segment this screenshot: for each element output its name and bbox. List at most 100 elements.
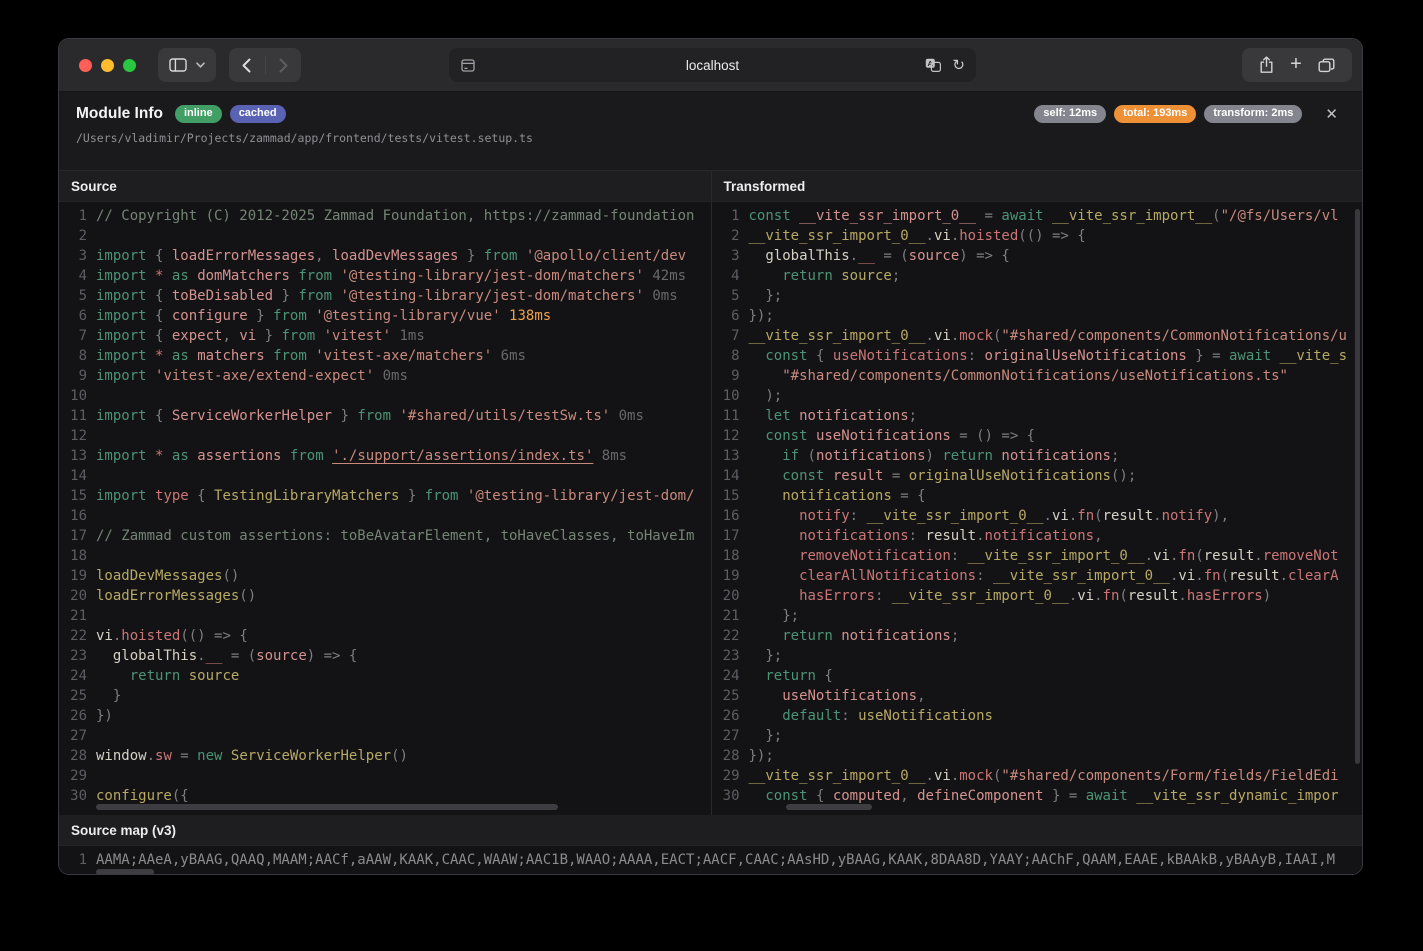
code-token: ( (1119, 588, 1127, 604)
code-token: new (197, 748, 222, 764)
window-zoom-button[interactable] (123, 59, 136, 72)
code-token: { (147, 308, 172, 324)
sidebar-toggle-button[interactable] (158, 48, 216, 82)
code-token: sw (155, 748, 172, 764)
source-code: 1// Copyright (C) 2012-2025 Zammad Found… (59, 202, 711, 806)
line-number: 5 (59, 286, 96, 306)
code-token: vi (934, 328, 951, 344)
code-token: useNotifications (833, 348, 968, 364)
code-token: vi (1077, 588, 1094, 604)
line-number: 25 (712, 686, 749, 706)
line-number: 12 (59, 426, 96, 446)
code-line: 20loadErrorMessages() (59, 586, 711, 606)
code-token: return (782, 628, 833, 644)
code-token: vi (1052, 508, 1069, 524)
code-line: 7__vite_ssr_import_0__.vi.mock("#shared/… (712, 326, 1363, 346)
code-token: ), (1212, 508, 1229, 524)
new-tab-button[interactable]: + (1290, 54, 1302, 74)
code-token: 6ms (492, 348, 526, 364)
transformed-vscrollbar[interactable] (1355, 209, 1360, 764)
badge: inline (175, 105, 222, 123)
sourcemap-code: 1AAMA;AAeA,yBAAG,QAAQ,MAAM;AACf,aAAW,KAA… (59, 846, 1362, 870)
code-token (749, 268, 783, 284)
reload-icon[interactable]: ↻ (952, 58, 965, 73)
code-token: originalUseNotifications (985, 348, 1187, 364)
code-token: // Zammad custom assertions: toBeAvatarE… (96, 528, 694, 544)
code-line: 24 return source (59, 666, 711, 686)
code-token: ) => { (307, 648, 358, 664)
line-number: 9 (712, 366, 749, 386)
code-token: . (147, 748, 155, 764)
code-token (189, 268, 197, 284)
code-token: . (1145, 548, 1153, 564)
line-number: 18 (712, 546, 749, 566)
code-line: 24 return { (712, 666, 1363, 686)
line-number: 7 (712, 326, 749, 346)
code-line: 15import type { TestingLibraryMatchers }… (59, 486, 711, 506)
nav-divider (265, 56, 266, 74)
code-line: 14 const result = originalUseNotificatio… (712, 466, 1363, 486)
sourcemap-hscrollbar[interactable] (96, 869, 154, 875)
code-token: ( (1212, 208, 1220, 224)
code-token: . (1195, 568, 1203, 584)
tab-overview-button[interactable] (1318, 58, 1335, 73)
code-token: result (1128, 588, 1179, 604)
window-minimize-button[interactable] (101, 59, 114, 72)
code-token: import (96, 268, 147, 284)
code-token: { (808, 348, 833, 364)
transformed-hscrollbar[interactable] (786, 804, 872, 810)
code-token: . (1069, 588, 1077, 604)
code-token: { (147, 408, 172, 424)
code-line: 8import * as matchers from 'vitest-axe/m… (59, 346, 711, 366)
line-number: 19 (712, 566, 749, 586)
code-token: 1ms (391, 328, 425, 344)
code-token: domMatchers (197, 268, 290, 284)
line-number: 8 (712, 346, 749, 366)
code-token: 0ms (610, 408, 644, 424)
line-number: 19 (59, 566, 96, 586)
code-token: __vite_s (1280, 348, 1347, 364)
code-token: : (850, 508, 867, 524)
code-token: __vite_ssr_import_0__ (749, 328, 926, 344)
forward-button[interactable] (273, 58, 294, 73)
code-line: 3 globalThis.__ = (source) => { (712, 246, 1363, 266)
code-line: 23 }; (712, 646, 1363, 666)
code-token: '@testing-library/jest-dom/matchers' (341, 268, 644, 284)
line-number: 30 (59, 786, 96, 806)
code-token (265, 348, 273, 364)
code-line: 21 }; (712, 606, 1363, 626)
code-token: hoisted (959, 228, 1018, 244)
source-hscrollbar[interactable] (96, 804, 558, 810)
code-token (749, 408, 766, 424)
code-token: } (273, 288, 298, 304)
code-token: (() => { (1018, 228, 1085, 244)
line-number: 1 (59, 850, 96, 870)
line-number: 10 (712, 386, 749, 406)
code-token: ; (1111, 448, 1119, 464)
code-token: = (172, 748, 197, 764)
code-token: await (1229, 348, 1271, 364)
window-close-button[interactable] (79, 59, 92, 72)
line-number: 28 (59, 746, 96, 766)
code-token: . (1044, 508, 1052, 524)
line-number: 27 (712, 726, 749, 746)
code-token (824, 468, 832, 484)
back-button[interactable] (236, 58, 257, 73)
code-token: . (197, 648, 205, 664)
code-token: mock (959, 328, 993, 344)
share-button[interactable] (1259, 56, 1274, 74)
code-token: __vite_ssr_import_0__ (799, 208, 976, 224)
code-token: loadDevMessages (96, 568, 222, 584)
translate-icon[interactable]: A (925, 58, 941, 72)
close-icon[interactable]: ✕ (1319, 106, 1344, 123)
code-token (163, 268, 171, 284)
module-link[interactable]: './support/assertions/index.ts' (332, 448, 593, 464)
code-token (749, 628, 783, 644)
code-token: 'vitest' (324, 328, 391, 344)
code-token: let (765, 408, 790, 424)
address-bar[interactable]: localhost A ↻ (449, 48, 976, 82)
transformed-panel-title: Transformed (712, 171, 1363, 202)
code-token: '@testing-library/jest-dom/matchers' (340, 288, 643, 304)
code-token: clearAllNotifications (799, 568, 976, 584)
code-line: 8 const { useNotifications: originalUseN… (712, 346, 1363, 366)
